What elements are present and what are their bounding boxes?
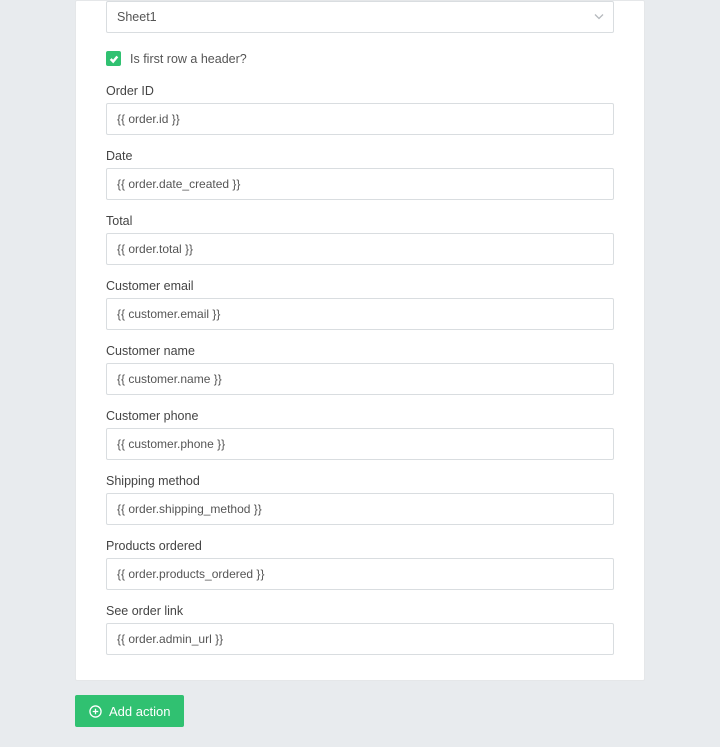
- customer-name-input[interactable]: [106, 363, 614, 395]
- header-row-checkbox[interactable]: [106, 51, 121, 66]
- field-label: Customer name: [106, 344, 614, 358]
- check-icon: [109, 54, 119, 64]
- field-label: See order link: [106, 604, 614, 618]
- field-label: Date: [106, 149, 614, 163]
- order-id-input[interactable]: [106, 103, 614, 135]
- date-input[interactable]: [106, 168, 614, 200]
- header-row-checkbox-label: Is first row a header?: [130, 52, 247, 66]
- see-order-link-input[interactable]: [106, 623, 614, 655]
- products-ordered-input[interactable]: [106, 558, 614, 590]
- add-action-label: Add action: [109, 704, 170, 719]
- add-action-button[interactable]: Add action: [75, 695, 184, 727]
- plus-circle-icon: [89, 705, 102, 718]
- sheet-select[interactable]: Sheet1: [106, 1, 614, 33]
- field-customer-name: Customer name: [106, 344, 614, 395]
- field-total: Total: [106, 214, 614, 265]
- shipping-method-input[interactable]: [106, 493, 614, 525]
- field-label: Products ordered: [106, 539, 614, 553]
- field-customer-email: Customer email: [106, 279, 614, 330]
- field-label: Shipping method: [106, 474, 614, 488]
- add-action-wrap: Add action: [75, 695, 645, 727]
- mapping-card: Sheet1 Is first row a header? Order ID D…: [75, 0, 645, 681]
- field-see-order-link: See order link: [106, 604, 614, 655]
- field-label: Order ID: [106, 84, 614, 98]
- field-products-ordered: Products ordered: [106, 539, 614, 590]
- field-label: Customer phone: [106, 409, 614, 423]
- field-customer-phone: Customer phone: [106, 409, 614, 460]
- field-label: Total: [106, 214, 614, 228]
- customer-email-input[interactable]: [106, 298, 614, 330]
- customer-phone-input[interactable]: [106, 428, 614, 460]
- field-date: Date: [106, 149, 614, 200]
- sheet-select-wrap: Sheet1: [106, 1, 614, 33]
- field-label: Customer email: [106, 279, 614, 293]
- header-row-checkbox-row: Is first row a header?: [106, 51, 614, 66]
- field-order-id: Order ID: [106, 84, 614, 135]
- total-input[interactable]: [106, 233, 614, 265]
- field-shipping-method: Shipping method: [106, 474, 614, 525]
